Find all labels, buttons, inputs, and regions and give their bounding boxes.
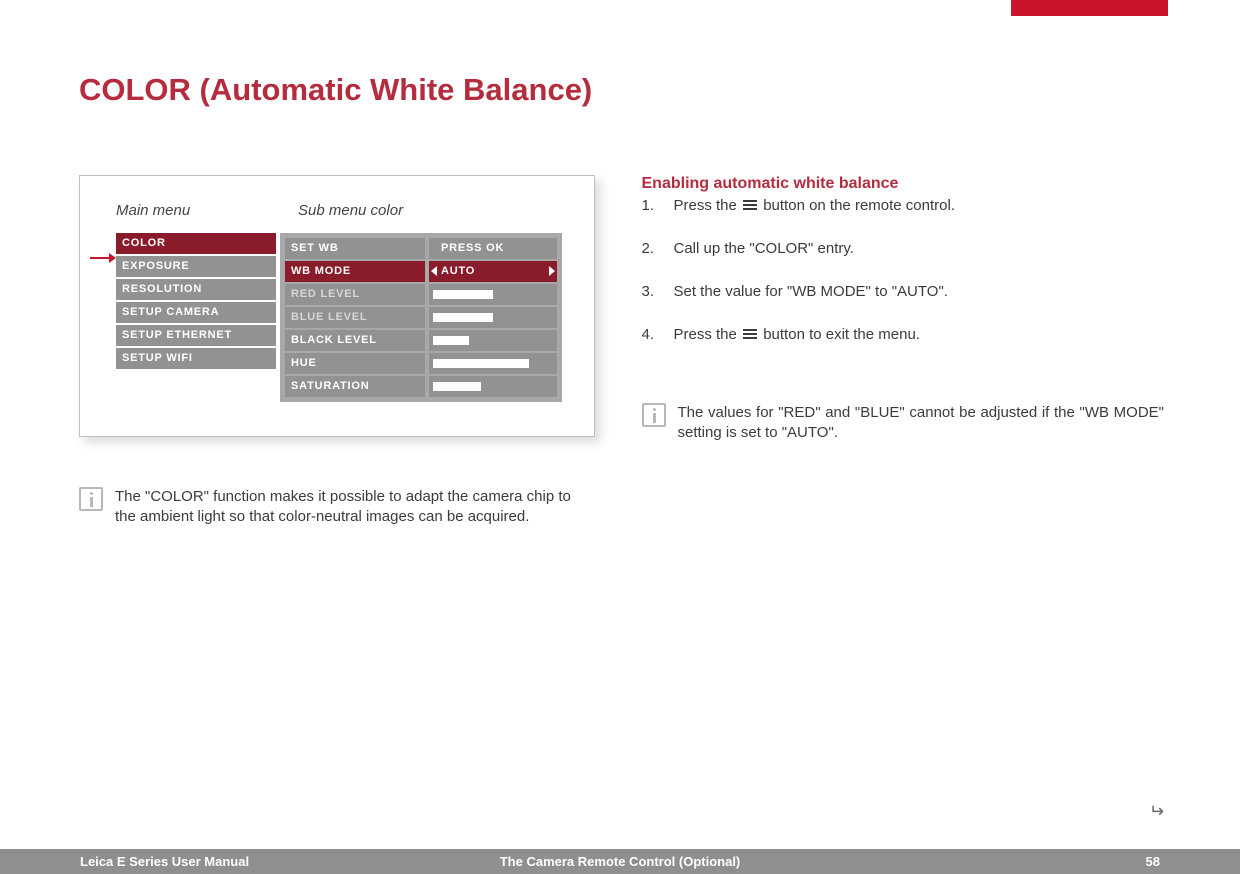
value-auto-label: AUTO	[441, 265, 475, 277]
sub-item-wb-mode: WB MODE	[285, 261, 425, 282]
footer-center: The Camera Remote Control (Optional)	[500, 854, 741, 869]
value-auto: AUTO	[429, 261, 557, 282]
info-icon	[642, 403, 666, 427]
menu-item-exposure: EXPOSURE	[116, 256, 276, 277]
sub-item-red-level: RED LEVEL	[285, 284, 425, 305]
sub-item-hue: HUE	[285, 353, 425, 374]
triangle-left-icon	[431, 266, 437, 276]
step-text: Set the value for "WB MODE" to "AUTO".	[674, 283, 948, 300]
step-number: 1.	[642, 197, 660, 214]
color-function-description: The "COLOR" function makes it possible t…	[115, 487, 595, 528]
step-number: 3.	[642, 283, 660, 300]
menu-item-resolution: RESOLUTION	[116, 279, 276, 300]
footer-left: Leica E Series User Manual	[80, 854, 249, 869]
step-2: 2. Call up the "COLOR" entry.	[642, 240, 1165, 257]
pointer-arrow-icon	[90, 252, 114, 264]
info-icon	[79, 487, 103, 511]
step-4: 4. Press the button to exit the menu.	[642, 326, 1165, 343]
auto-mode-note: The values for "RED" and "BLUE" cannot b…	[678, 403, 1165, 444]
step-3: 3. Set the value for "WB MODE" to "AUTO"…	[642, 283, 1165, 300]
menu-diagram: Main menu Sub menu color COLOR EXPOSURE …	[79, 175, 595, 437]
menu-item-setup-ethernet: SETUP ETHERNET	[116, 325, 276, 346]
step-1: 1. Press the button on the remote contro…	[642, 197, 1165, 214]
sub-menu-label: Sub menu color	[298, 202, 462, 219]
triangle-right-icon	[549, 266, 555, 276]
slider-sat	[429, 376, 557, 397]
step-text: Press the button to exit the menu.	[674, 326, 920, 343]
step-text: Call up the "COLOR" entry.	[674, 240, 854, 257]
step-number: 2.	[642, 240, 660, 257]
main-menu-list: COLOR EXPOSURE RESOLUTION SETUP CAMERA S…	[116, 233, 276, 369]
footer-page: 58	[1146, 854, 1160, 869]
page-title: COLOR (Automatic White Balance)	[79, 72, 592, 108]
page-footer: Leica E Series User Manual The Camera Re…	[0, 849, 1240, 874]
slider-hue	[429, 353, 557, 374]
slider-black	[429, 330, 557, 351]
sub-item-saturation: SATURATION	[285, 376, 425, 397]
steps-list: 1. Press the button on the remote contro…	[642, 197, 1165, 343]
top-color-tab	[1011, 0, 1168, 16]
sub-item-blue-level: BLUE LEVEL	[285, 307, 425, 328]
menu-icon	[743, 198, 757, 212]
menu-icon	[743, 327, 757, 341]
return-icon: ↵	[1149, 801, 1164, 822]
enabling-awb-heading: Enabling automatic white balance	[642, 175, 1165, 193]
sub-item-black-level: BLACK LEVEL	[285, 330, 425, 351]
menu-item-setup-camera: SETUP CAMERA	[116, 302, 276, 323]
sub-menu-block: SET WB WB MODE RED LEVEL BLUE LEVEL BLAC…	[280, 233, 562, 402]
step-text: Press the button on the remote control.	[674, 197, 956, 214]
value-press-ok: PRESS OK	[429, 238, 557, 259]
slider-blue	[429, 307, 557, 328]
sub-item-set-wb: SET WB	[285, 238, 425, 259]
main-menu-label: Main menu	[116, 202, 280, 219]
step-number: 4.	[642, 326, 660, 343]
menu-item-color: COLOR	[116, 233, 276, 254]
menu-item-setup-wifi: SETUP WIFI	[116, 348, 276, 369]
slider-red	[429, 284, 557, 305]
